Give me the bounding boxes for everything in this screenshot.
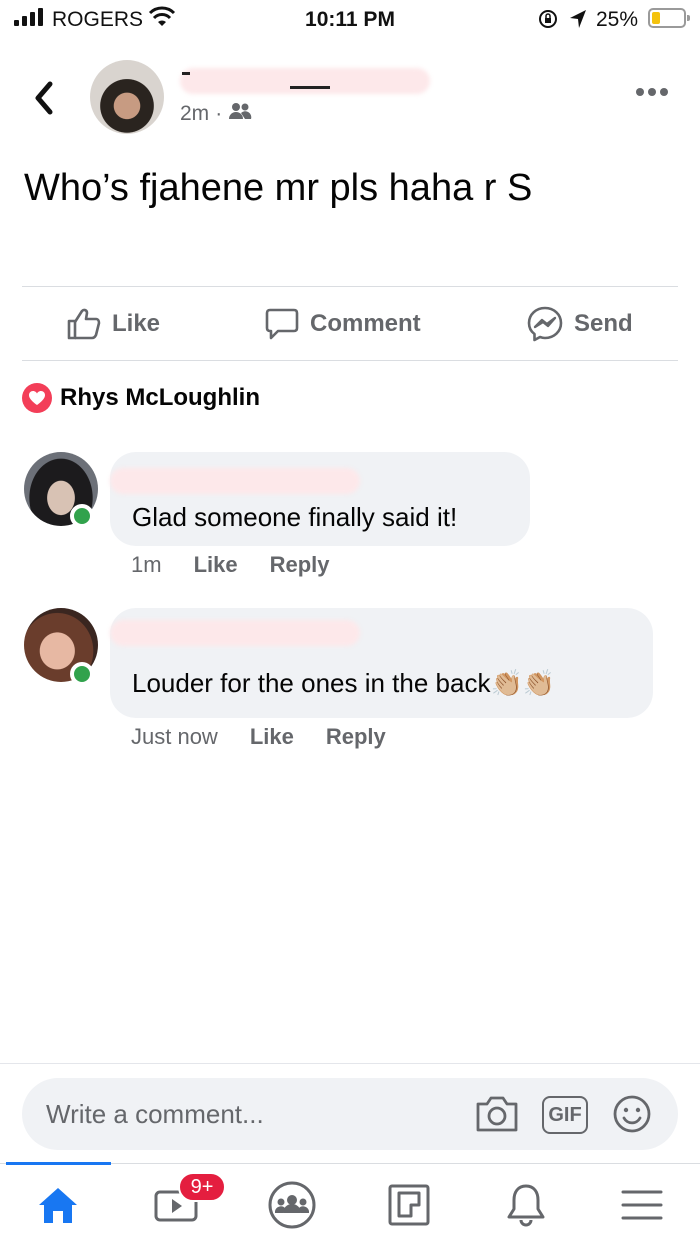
divider — [0, 1063, 700, 1064]
menu-icon — [621, 1190, 663, 1220]
comment-bubble[interactable]: Glad someone finally said it! — [110, 452, 530, 546]
location-icon — [568, 8, 588, 36]
online-status-dot — [70, 504, 94, 528]
active-tab-indicator — [6, 1162, 111, 1165]
comment-like-button[interactable]: Like — [194, 552, 238, 578]
like-button[interactable]: Like — [66, 288, 160, 360]
comment-text: Louder for the ones in the back👏🏼👏🏼 — [132, 668, 555, 699]
battery-percent: 25% — [596, 8, 639, 31]
comment-text-body: Louder for the ones in the back — [132, 668, 491, 698]
pages-icon — [388, 1184, 430, 1226]
comment-reply-button[interactable]: Reply — [326, 724, 386, 750]
more-options-button[interactable] — [636, 88, 668, 96]
post-meta: 2m · — [180, 102, 252, 126]
comment-reply-button[interactable]: Reply — [270, 552, 330, 578]
clock: 10:11 PM — [305, 8, 395, 31]
tab-notifications[interactable] — [496, 1180, 556, 1230]
comment-input[interactable] — [46, 1092, 446, 1136]
comment-composer: GIF — [22, 1078, 678, 1150]
online-status-dot — [70, 662, 94, 686]
thumbs-up-icon — [67, 308, 101, 340]
comment-item: Louder for the ones in the back👏🏼👏🏼 Just… — [0, 608, 700, 758]
post-actions: Like Comment Send — [22, 288, 678, 360]
back-button[interactable] — [30, 78, 60, 118]
tab-pages[interactable] — [379, 1180, 439, 1230]
comment-button[interactable]: Comment — [264, 288, 421, 360]
dot — [636, 88, 644, 96]
orientation-lock-icon — [537, 8, 559, 36]
post-author-avatar[interactable] — [90, 60, 164, 134]
battery-icon — [648, 8, 690, 28]
reactor-name: Rhys McLoughlin — [60, 384, 260, 411]
emoji-icon[interactable] — [612, 1094, 652, 1139]
clapping-hands-emoji: 👏🏼👏🏼 — [490, 668, 556, 698]
send-label: Send — [574, 310, 633, 337]
comment-text: Glad someone finally said it! — [132, 502, 458, 532]
dot — [660, 88, 668, 96]
comment-label: Comment — [310, 310, 421, 337]
gif-button[interactable]: GIF — [542, 1096, 588, 1134]
divider — [22, 286, 678, 287]
chevron-left-icon — [35, 81, 53, 115]
post-text: Who’s fjahene mr pls haha r S — [24, 167, 533, 209]
divider — [22, 360, 678, 361]
comment-meta: 1m Like Reply — [131, 552, 362, 578]
camera-icon[interactable] — [474, 1094, 520, 1139]
commenter-name-redacted — [110, 620, 360, 646]
tab-groups[interactable] — [262, 1180, 322, 1230]
like-label: Like — [112, 310, 161, 337]
comment-time: Just now — [131, 724, 218, 749]
comment-item: Glad someone finally said it! 1m Like Re… — [0, 452, 700, 592]
tab-home[interactable] — [28, 1180, 88, 1230]
love-reaction-icon — [22, 383, 52, 413]
home-icon — [39, 1188, 77, 1223]
comment-bubble[interactable]: Louder for the ones in the back👏🏼👏🏼 — [110, 608, 653, 718]
friends-icon — [228, 102, 252, 126]
tab-menu[interactable] — [612, 1180, 672, 1230]
comment-like-button[interactable]: Like — [250, 724, 294, 750]
post-time[interactable]: 2m — [180, 102, 209, 126]
meta-separator: · — [215, 102, 223, 125]
messenger-icon — [527, 306, 563, 342]
send-button[interactable]: Send — [526, 288, 633, 360]
groups-icon — [268, 1181, 316, 1229]
status-bar: ROGERS 10:11 PM 25% — [0, 0, 700, 40]
reactions-summary[interactable]: Rhys McLoughlin — [22, 383, 260, 413]
notifications-icon — [507, 1184, 545, 1227]
dot — [648, 88, 656, 96]
post-author-name-redacted[interactable] — [180, 64, 430, 98]
commenter-name-redacted — [110, 468, 360, 494]
comment-meta: Just now Like Reply — [131, 724, 418, 750]
notification-badge: 9+ — [178, 1172, 226, 1202]
comment-icon — [265, 308, 299, 340]
comment-time: 1m — [131, 552, 162, 577]
